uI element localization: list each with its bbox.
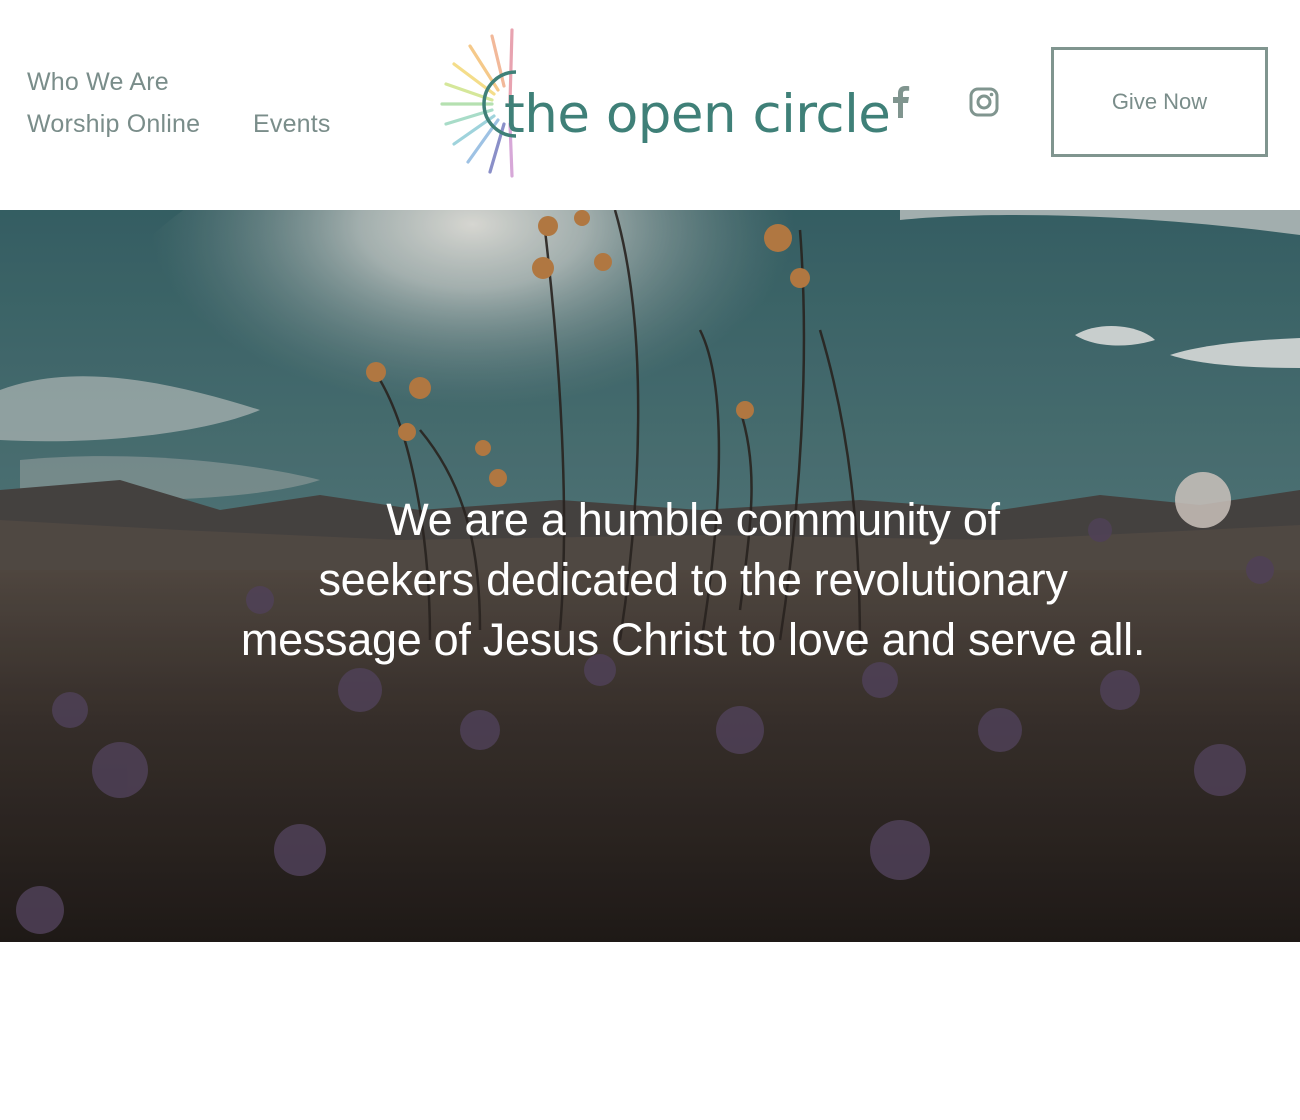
- instagram-icon: [969, 87, 999, 117]
- hero-line-1: We are a humble community of: [386, 494, 1000, 545]
- give-now-button[interactable]: Give Now: [1051, 47, 1268, 157]
- hero-line-2: seekers dedicated to the revolutionary: [318, 554, 1068, 605]
- logo-wordmark: the open circle: [504, 84, 891, 145]
- facebook-icon: [893, 86, 910, 118]
- site-logo[interactable]: the open circle: [438, 24, 891, 184]
- page-bottom-space: [0, 942, 1300, 1120]
- hero-banner: We are a humble community of seekers ded…: [0, 210, 1300, 942]
- hero-line-3: message of Jesus Christ to love and serv…: [240, 614, 1146, 665]
- instagram-link[interactable]: [966, 84, 1002, 120]
- facebook-link[interactable]: [882, 84, 918, 120]
- hero-mission-statement: We are a humble community of seekers ded…: [150, 490, 1236, 670]
- nav-events[interactable]: Events: [253, 110, 331, 139]
- nav-worship-online[interactable]: Worship Online: [27, 110, 200, 139]
- site-header: Who We Are Worship Online Events the ope…: [0, 0, 1300, 210]
- nav-who-we-are[interactable]: Who We Are: [27, 68, 169, 97]
